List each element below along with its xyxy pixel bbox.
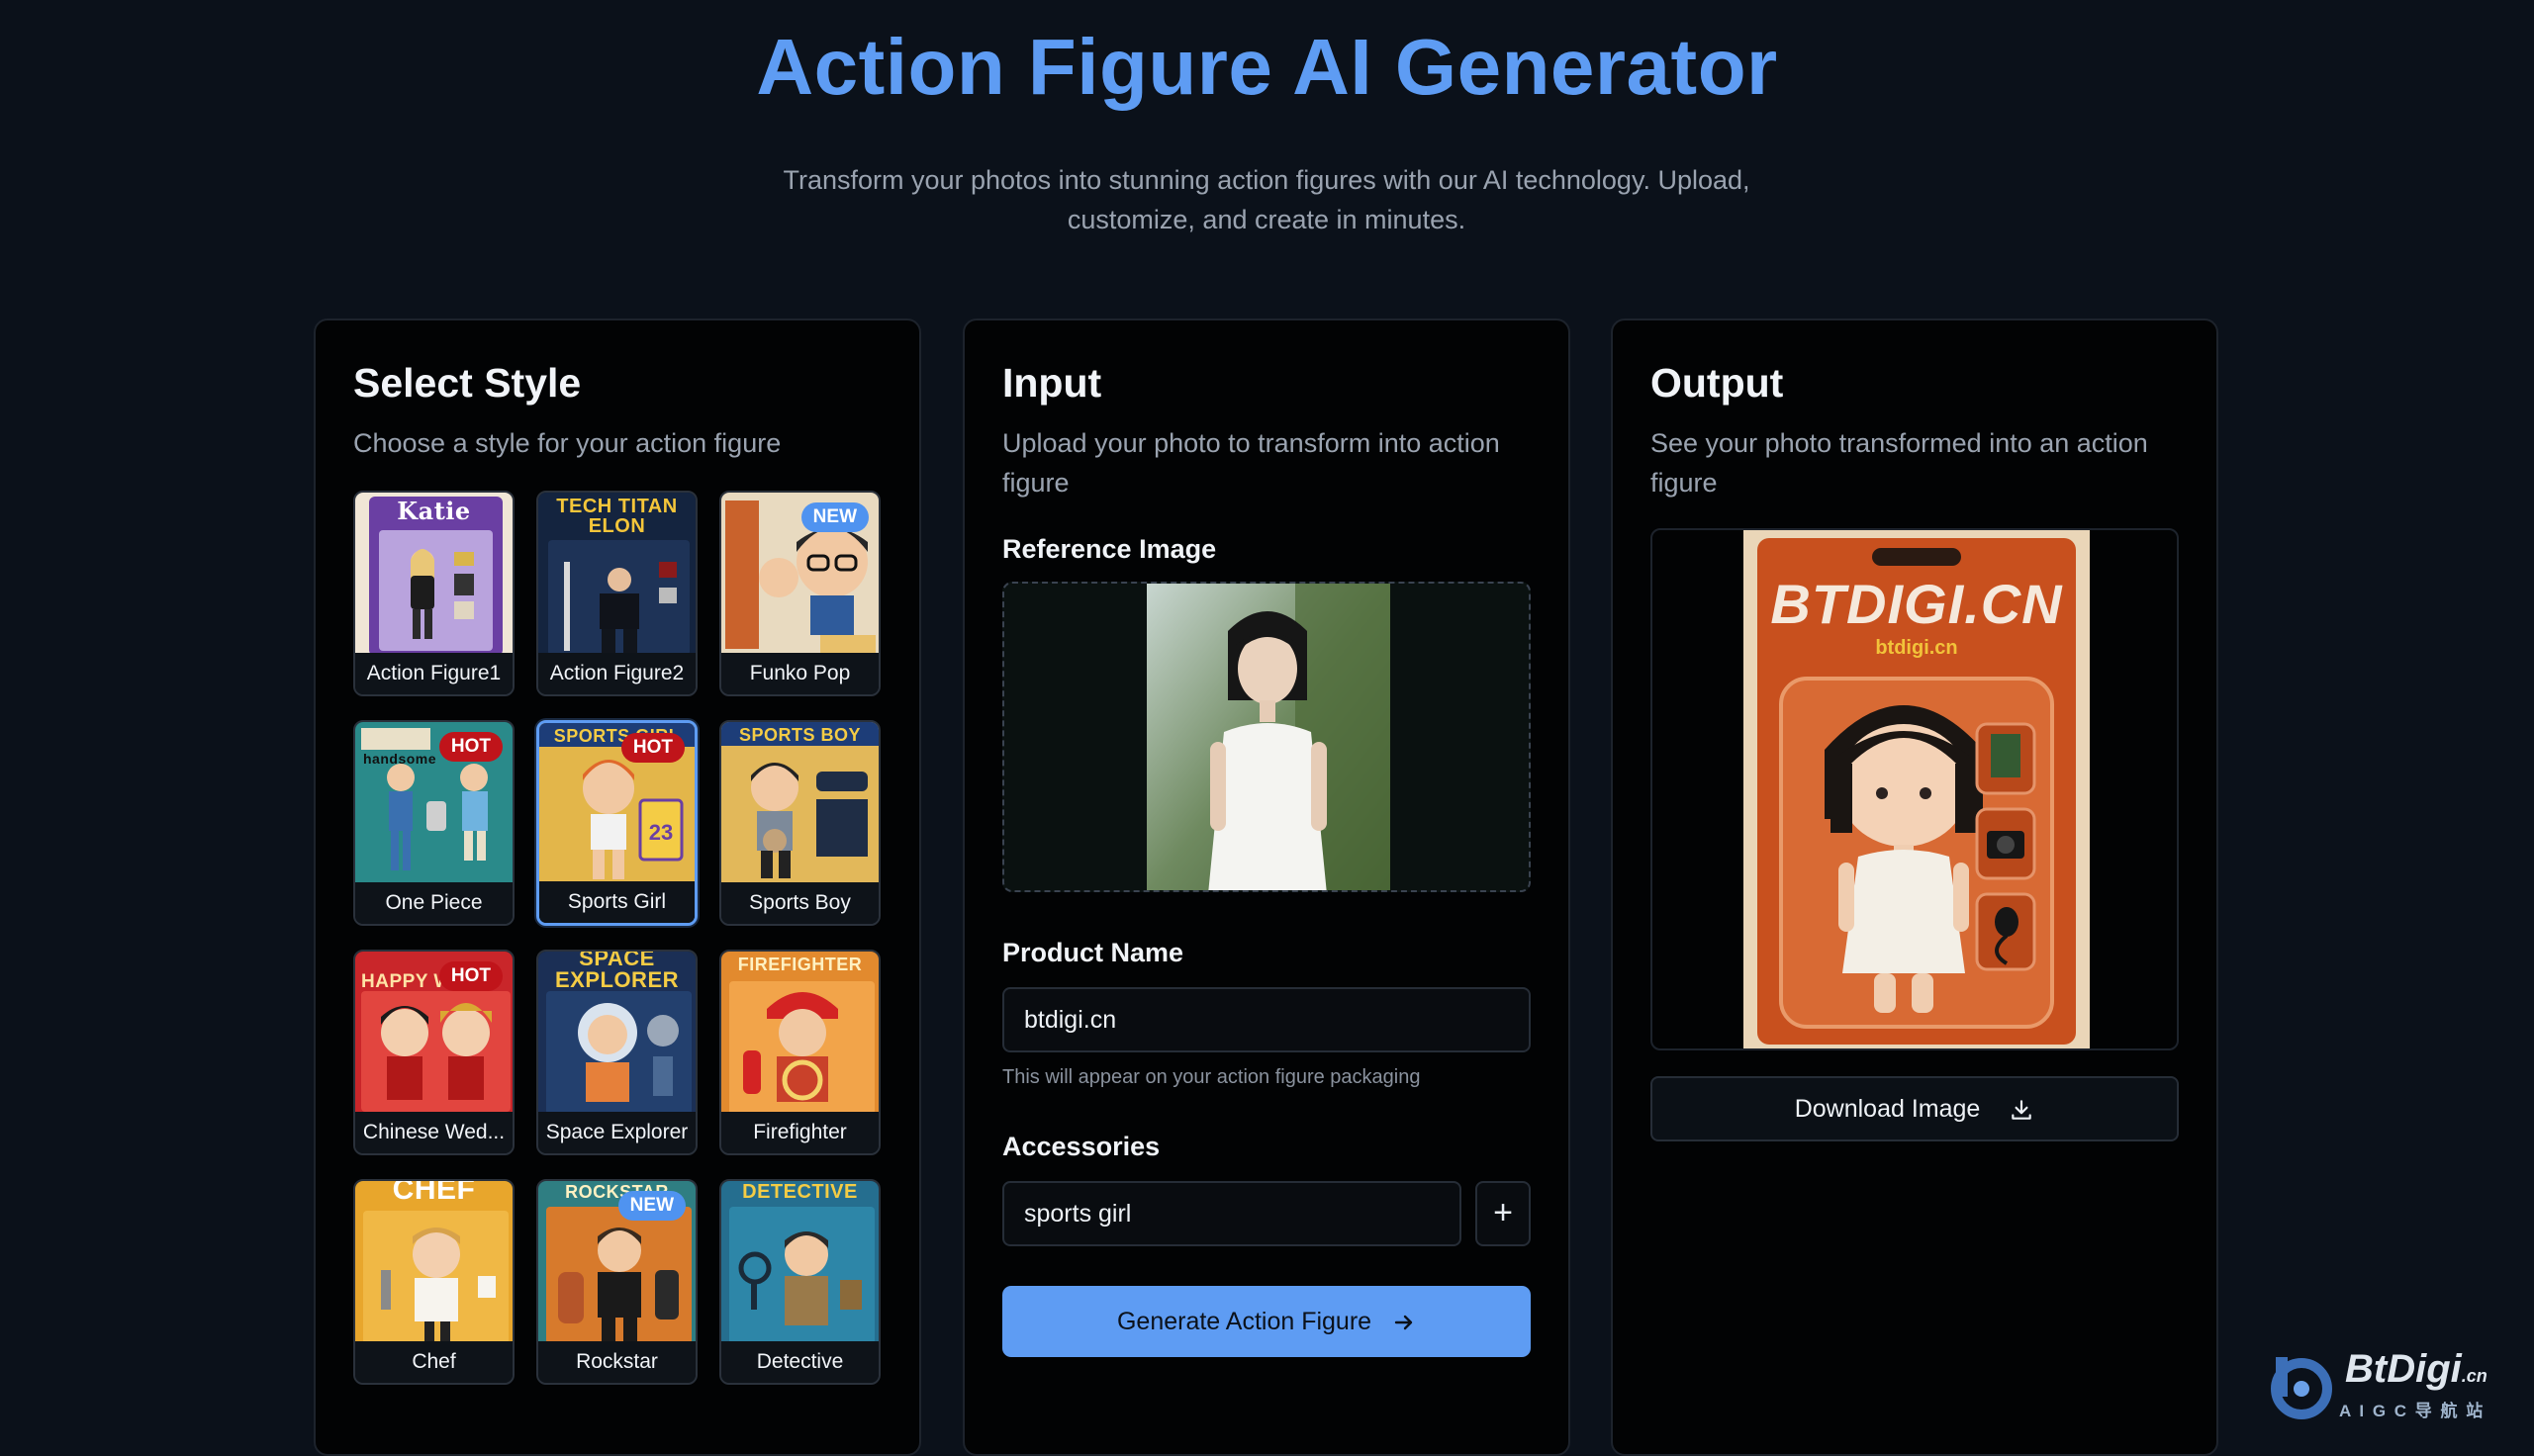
output-image: BTDIGI.CN btdigi.cn [1743, 530, 2090, 1048]
style-banner-text: TECH TITAN ELON [556, 496, 678, 537]
download-button-label: Download Image [1794, 1095, 1981, 1123]
style-label: Sports Girl [539, 881, 695, 923]
watermark-tagline: A I G C 导 航 站 [2339, 1402, 2486, 1420]
style-tile-chef[interactable]: CHEF Chef [353, 1179, 515, 1385]
hot-badge: HOT [438, 961, 503, 991]
style-tile-action-figure1[interactable]: Katie Action Figure1 [353, 491, 515, 696]
output-title: Output [1650, 360, 1784, 406]
package-brand-text: BTDIGI.CN [1770, 573, 2063, 635]
watermark-brand: BtDigi [2345, 1347, 2462, 1391]
new-badge: NEW [800, 502, 869, 532]
style-banner-text: SPORTS BOY [738, 725, 862, 745]
style-label: Funko Pop [721, 653, 879, 694]
generate-action-figure-button[interactable]: Generate Action Figure [1002, 1286, 1531, 1357]
hot-badge: HOT [620, 733, 685, 763]
btdigi-logo-icon [2271, 1357, 2332, 1419]
style-label: Space Explorer [538, 1112, 696, 1153]
style-thumbnail: Katie [355, 493, 513, 656]
package-sub-text: btdigi.cn [1875, 637, 1958, 659]
output-image-frame: BTDIGI.CN btdigi.cn [1650, 528, 2179, 1050]
generate-button-label: Generate Action Figure [1116, 1308, 1372, 1335]
select-style-panel: Select Style Choose a style for your act… [314, 318, 921, 1456]
style-label: Sports Boy [721, 882, 879, 924]
select-style-description: Choose a style for your action figure [353, 428, 782, 458]
style-thumbnail: 23 SPORTS GIRL HOT [539, 723, 695, 886]
style-thumbnail: SPACE EXPLORER [538, 952, 696, 1115]
style-thumbnail: CHEF [355, 1181, 513, 1344]
style-label: Chef [355, 1341, 513, 1383]
style-label: Rockstar [538, 1341, 696, 1383]
style-thumbnail: ROCKSTAR NEW [538, 1181, 696, 1344]
style-label: Action Figure2 [538, 653, 696, 694]
style-banner-text: DETECTIVE [742, 1181, 858, 1203]
style-tile-funko-pop[interactable]: NEW Funko Pop [719, 491, 881, 696]
new-badge: NEW [617, 1191, 686, 1221]
style-tile-action-figure2[interactable]: TECH TITAN ELON Action Figure2 [536, 491, 698, 696]
svg-text:23: 23 [649, 820, 673, 845]
input-title: Input [1002, 360, 1102, 406]
plus-icon: + [1493, 1194, 1513, 1231]
btdigi-watermark: BtDigi.cn A I G C 导 航 站 [2266, 1345, 2523, 1424]
product-name-label: Product Name [1002, 938, 1184, 967]
style-label: One Piece [355, 882, 513, 924]
style-banner-text: SPACE EXPLORER [554, 952, 680, 992]
watermark-suffix: .cn [2461, 1366, 2487, 1386]
page-title: Action Figure AI Generator [756, 23, 1778, 111]
reference-image-dropzone[interactable] [1002, 582, 1531, 892]
style-thumbnail: NEW [721, 493, 879, 656]
style-thumbnail: SPORTS BOY [721, 722, 879, 885]
style-banner-text: FIREFIGHTER [737, 955, 863, 974]
style-tile-one-piece[interactable]: handsome HOT One Piece [353, 720, 515, 926]
style-tile-detective[interactable]: DETECTIVE Detective [719, 1179, 881, 1385]
page-subtitle: Transform your photos into stunning acti… [783, 165, 1750, 234]
style-label: Action Figure1 [355, 653, 513, 694]
product-name-hint: This will appear on your action figure p… [1002, 1066, 1421, 1088]
hot-badge: HOT [438, 732, 503, 762]
style-label: Firefighter [721, 1112, 879, 1153]
add-accessory-button[interactable]: + [1475, 1181, 1531, 1246]
style-tile-sports-girl[interactable]: 23 SPORTS GIRL HOT Sports Girl [536, 720, 698, 926]
accessories-label: Accessories [1002, 1132, 1161, 1161]
input-description: Upload your photo to transform into acti… [1002, 428, 1500, 498]
style-thumbnail: HAPPY W HOT [355, 952, 513, 1115]
reference-image-label: Reference Image [1002, 534, 1217, 564]
reference-photo [1147, 584, 1390, 890]
style-tile-space-explorer[interactable]: SPACE EXPLORER Space Explorer [536, 950, 698, 1155]
style-thumbnail: FIREFIGHTER [721, 952, 879, 1115]
accessories-input[interactable]: sports girl [1002, 1181, 1461, 1246]
style-label: Detective [721, 1341, 879, 1383]
output-description: See your photo transformed into an actio… [1650, 428, 2148, 498]
download-image-button[interactable]: Download Image [1650, 1076, 2179, 1141]
style-tile-firefighter[interactable]: FIREFIGHTER Firefighter [719, 950, 881, 1155]
style-label: Chinese Wed... [355, 1112, 513, 1153]
style-thumbnail: TECH TITAN ELON [538, 493, 696, 656]
style-thumbnail: handsome HOT [355, 722, 513, 885]
download-icon [2012, 1100, 2032, 1121]
product-name-input[interactable]: btdigi.cn [1002, 987, 1531, 1052]
style-banner-text: Katie [397, 497, 471, 525]
arrow-right-icon [1394, 1316, 1413, 1330]
input-panel: Input Upload your photo to transform int… [963, 318, 1570, 1456]
style-tile-sports-boy[interactable]: SPORTS BOY Sports Boy [719, 720, 881, 926]
style-thumbnail: DETECTIVE [721, 1181, 879, 1344]
output-panel: Output See your photo transformed into a… [1611, 318, 2218, 1456]
select-style-title: Select Style [353, 360, 582, 406]
style-tile-rockstar[interactable]: ROCKSTAR NEW Rockstar [536, 1179, 698, 1385]
style-banner-text: CHEF [392, 1181, 476, 1206]
style-tile-chinese-wedding[interactable]: HAPPY W HOT Chinese Wed... [353, 950, 515, 1155]
